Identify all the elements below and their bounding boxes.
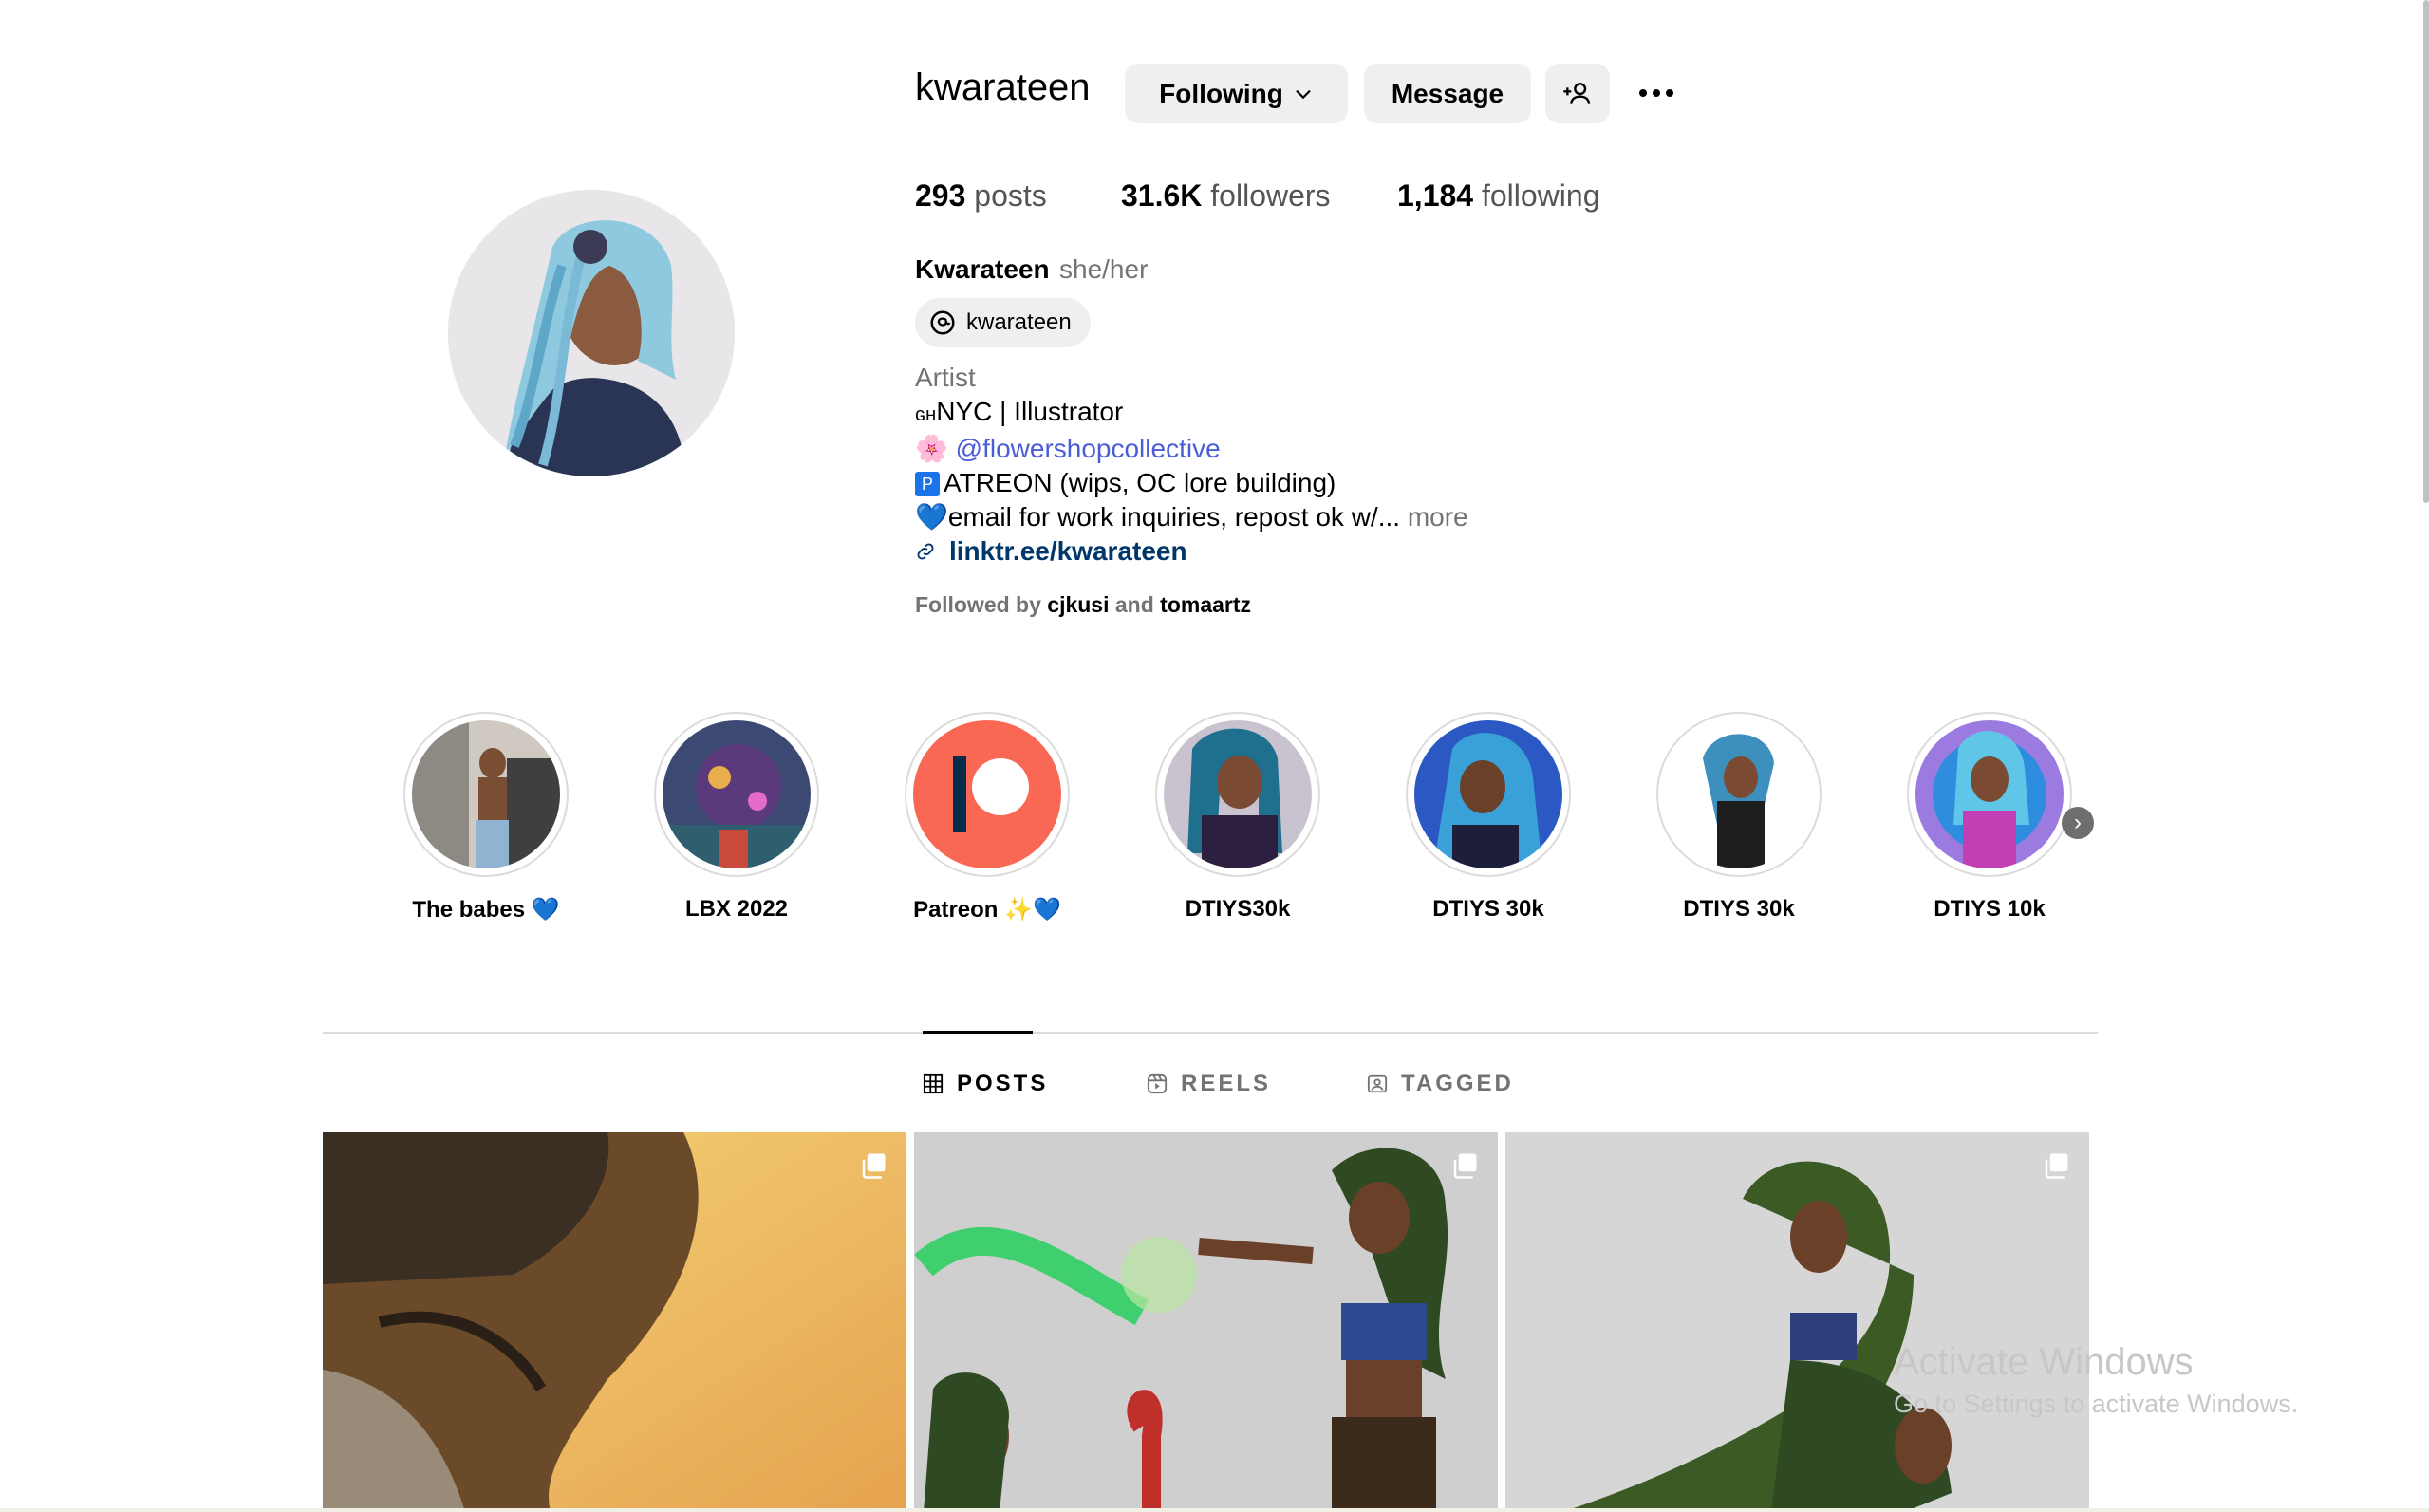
highlight-dtiys-30k-b[interactable]: DTIYS 30k xyxy=(1655,712,1822,923)
followers-count: 31.6K xyxy=(1121,178,1203,213)
full-name: Kwarateen xyxy=(915,254,1050,284)
highlight-label: The babes 💙 xyxy=(412,897,560,923)
highlight-label: Patreon ✨💙 xyxy=(913,897,1061,923)
watermark-title: Activate Windows xyxy=(1894,1341,2194,1383)
highlight-thumbnail xyxy=(913,720,1061,868)
bio-line-2: 🌸 @flowershopcollective xyxy=(915,432,1468,466)
highlight-dtiys-30k-a[interactable]: DTIYS 30k xyxy=(1405,712,1572,923)
chevron-down-icon xyxy=(1296,89,1311,99)
post-tile[interactable] xyxy=(914,1132,1498,1512)
bio-category: Artist xyxy=(915,363,976,392)
highlight-thumbnail xyxy=(1414,720,1562,868)
tabs-divider xyxy=(323,1032,2098,1034)
bio-line-4: 💙email for work inquiries, repost ok w/.… xyxy=(915,500,1468,534)
highlight-thumbnail xyxy=(412,720,560,868)
post-tile[interactable] xyxy=(323,1132,906,1512)
highlight-thumbnail xyxy=(1665,720,1813,868)
bio-line-1-text: NYC | Illustrator xyxy=(936,397,1124,426)
followed-by[interactable]: Followed by cjkusi and tomaartz xyxy=(915,592,1251,618)
following-button[interactable]: Following xyxy=(1125,64,1348,123)
suggested-accounts-button[interactable] xyxy=(1545,64,1610,123)
tagged-icon xyxy=(1367,1074,1388,1093)
tab-reels-label: REELS xyxy=(1181,1071,1272,1096)
link-icon xyxy=(917,543,934,560)
blue-heart-icon: 💙 xyxy=(915,502,948,532)
threads-handle: kwarateen xyxy=(966,309,1072,335)
tab-tagged-label: TAGGED xyxy=(1401,1071,1514,1096)
bio-line-3: P ATREON (wips, OC lore building) xyxy=(915,466,1468,500)
posts-count: 293 xyxy=(915,178,966,213)
page-scrollbar[interactable] xyxy=(2423,0,2429,503)
message-button-label: Message xyxy=(1391,78,1504,108)
more-options-icon[interactable] xyxy=(1633,76,1680,110)
highlight-label: DTIYS30k xyxy=(1185,896,1291,922)
highlight-thumbnail xyxy=(1164,720,1312,868)
multiple-images-icon xyxy=(862,1153,886,1179)
following-label: following xyxy=(1481,178,1600,213)
watermark-subtitle: Go to Settings to activate Windows. xyxy=(1894,1390,2299,1418)
multiple-images-icon xyxy=(1453,1153,1477,1179)
tab-posts-label: POSTS xyxy=(957,1071,1049,1096)
add-user-icon xyxy=(1563,82,1591,104)
taskbar-edge xyxy=(0,1508,2429,1512)
threads-icon xyxy=(930,310,955,335)
post-tile[interactable] xyxy=(1505,1132,2089,1512)
active-tab-indicator xyxy=(923,1031,1033,1034)
bio-line-1-flag: ɢʜ xyxy=(915,404,937,425)
followed-by-and: and xyxy=(1114,592,1154,617)
patreon-p-badge: P xyxy=(915,472,940,496)
following-stat[interactable]: 1,184 following xyxy=(1397,178,1599,214)
tab-reels[interactable]: REELS xyxy=(1147,1071,1271,1097)
highlight-dtiys30k[interactable]: DTIYS30k xyxy=(1154,712,1321,923)
highlight-label: LBX 2022 xyxy=(684,896,789,922)
followed-by-user-1[interactable]: cjkusi xyxy=(1047,592,1109,617)
highlight-thumbnail xyxy=(1915,720,2064,868)
profile-avatar[interactable] xyxy=(448,190,735,476)
tab-tagged[interactable]: TAGGED xyxy=(1367,1071,1514,1097)
highlights-next-icon[interactable]: › xyxy=(2062,807,2094,839)
bio-more-link[interactable]: more xyxy=(1408,502,1468,532)
highlight-patreon[interactable]: Patreon ✨💙 xyxy=(904,712,1071,924)
highlight-dtiys-10k[interactable]: DTIYS 10k xyxy=(1906,712,2073,923)
following-button-label: Following xyxy=(1159,78,1283,108)
pronouns: she/her xyxy=(1059,254,1149,284)
highlight-label: DTIYS 30k xyxy=(1432,896,1544,922)
posts-stat: 293 posts xyxy=(915,178,1047,214)
bio-line-1: ɢʜNYC | Illustrator xyxy=(915,395,1468,432)
grid-icon xyxy=(923,1073,944,1094)
reels-icon xyxy=(1147,1073,1168,1094)
activate-windows-watermark: Activate Windows Go to Settings to activ… xyxy=(1894,1341,2298,1419)
followed-by-user-2[interactable]: tomaartz xyxy=(1160,592,1251,617)
followed-by-prefix: Followed by xyxy=(915,592,1041,617)
following-count: 1,184 xyxy=(1397,178,1474,213)
bio-external-link[interactable]: linktr.ee/kwarateen xyxy=(949,534,1187,569)
highlight-label: DTIYS 10k xyxy=(1934,896,2046,922)
posts-label: posts xyxy=(974,178,1047,213)
message-button[interactable]: Message xyxy=(1364,64,1531,123)
bio: Artist ɢʜNYC | Illustrator 🌸 @flowershop… xyxy=(915,361,1468,569)
highlight-thumbnail xyxy=(663,720,811,868)
highlight-label: DTIYS 30k xyxy=(1683,896,1795,922)
bio-line-3-text: ATREON (wips, OC lore building) xyxy=(944,468,1336,497)
highlight-the-babes[interactable]: The babes 💙 xyxy=(402,712,570,924)
followers-label: followers xyxy=(1210,178,1331,213)
highlight-lbx-2022[interactable]: LBX 2022 xyxy=(653,712,820,923)
followers-stat[interactable]: 31.6K followers xyxy=(1121,178,1331,214)
bio-link-row: linktr.ee/kwarateen xyxy=(915,534,1468,569)
bio-line-4-text: email for work inquiries, repost ok w/..… xyxy=(947,502,1401,532)
multiple-images-icon xyxy=(2045,1153,2068,1179)
bio-mention-link[interactable]: @flowershopcollective xyxy=(956,434,1221,463)
profile-username: kwarateen xyxy=(915,66,1091,108)
tab-posts[interactable]: POSTS xyxy=(923,1071,1048,1097)
flower-icon: 🌸 xyxy=(915,434,948,463)
threads-badge[interactable]: kwarateen xyxy=(915,298,1091,347)
